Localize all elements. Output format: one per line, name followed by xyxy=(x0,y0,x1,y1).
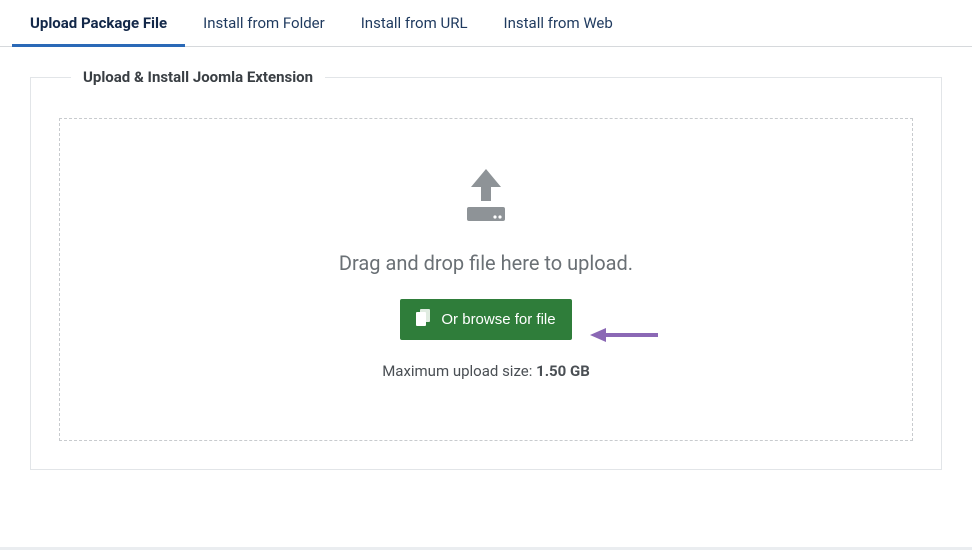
fieldset-upload: Upload & Install Joomla Extension Drag a… xyxy=(30,77,942,470)
copy-icon xyxy=(416,309,431,330)
tab-install-web[interactable]: Install from Web xyxy=(486,0,631,46)
panel-upload: Upload & Install Joomla Extension Drag a… xyxy=(0,47,972,547)
browse-button[interactable]: Or browse for file xyxy=(400,299,571,340)
tab-upload-package[interactable]: Upload Package File xyxy=(12,0,185,46)
dropzone[interactable]: Drag and drop file here to upload. Or br… xyxy=(59,118,913,441)
tab-install-folder[interactable]: Install from Folder xyxy=(185,0,343,46)
browse-button-label: Or browse for file xyxy=(441,311,555,328)
upload-icon xyxy=(453,169,519,231)
drag-drop-text: Drag and drop file here to upload. xyxy=(80,251,892,275)
tab-install-url[interactable]: Install from URL xyxy=(343,0,486,46)
fieldset-legend: Upload & Install Joomla Extension xyxy=(71,68,325,86)
tabs: Upload Package File Install from Folder … xyxy=(0,0,972,47)
max-upload-size: Maximum upload size: 1.50 GB xyxy=(80,362,892,380)
